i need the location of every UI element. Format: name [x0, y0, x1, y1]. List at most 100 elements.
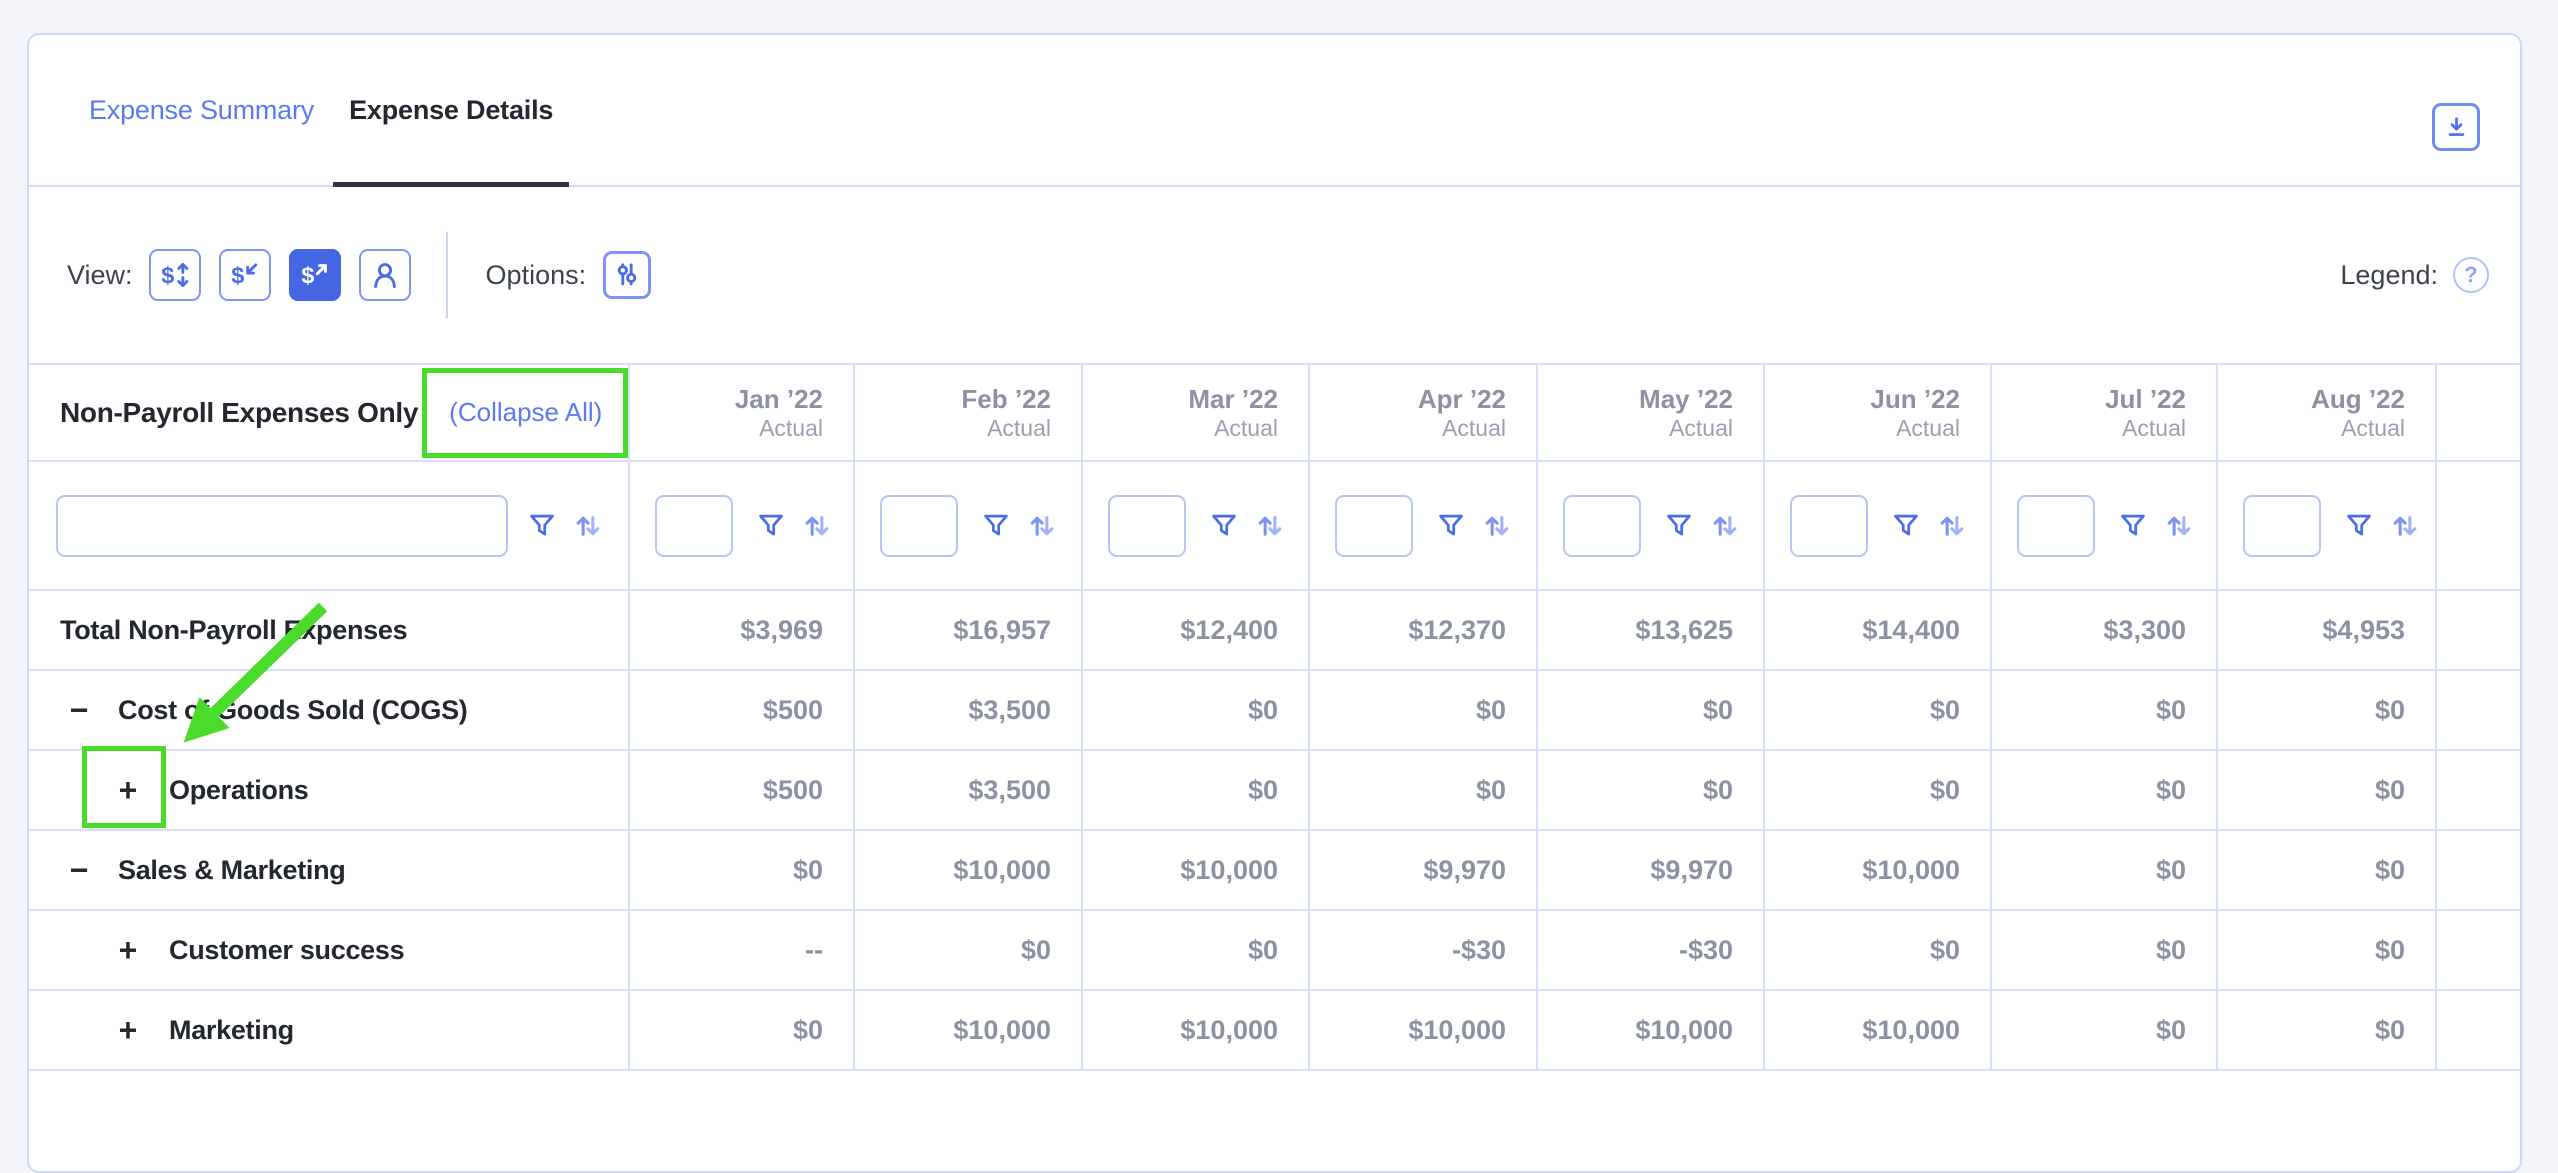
expand-toggle[interactable]: +: [114, 936, 142, 964]
row-label: Cost of Goods Sold (COGS): [118, 695, 467, 726]
value-cell: $0: [1765, 671, 1992, 749]
sort-icon[interactable]: [2387, 508, 2423, 544]
value-cell: $0: [2218, 991, 2437, 1069]
view-outflow-button[interactable]: $: [289, 249, 341, 301]
column-filter-input[interactable]: [880, 495, 958, 557]
row-spacer-cell: [2437, 751, 2520, 829]
value-cell: $10,000: [1083, 831, 1310, 909]
filter-spacer-cell: [2437, 462, 2520, 589]
download-icon: [2443, 114, 2470, 141]
row-spacer-cell: [2437, 991, 2520, 1069]
row-label: Operations: [169, 775, 309, 806]
view-person-button[interactable]: [359, 249, 411, 301]
column-filter-input[interactable]: [2017, 495, 2095, 557]
sort-icon[interactable]: [1707, 508, 1743, 544]
filter-icon[interactable]: [755, 510, 787, 542]
collapse-toggle[interactable]: −: [65, 696, 93, 724]
value-cell: $10,000: [855, 991, 1083, 1069]
column-filter-input[interactable]: [1335, 495, 1413, 557]
value-cell: $0: [1538, 671, 1765, 749]
value-cell: $10,000: [1765, 991, 1992, 1069]
value-cell: $0: [855, 911, 1083, 989]
sort-icon[interactable]: [1252, 508, 1288, 544]
options-button[interactable]: [603, 251, 651, 299]
month-label: Aug ’22: [2311, 384, 2405, 415]
filter-icon[interactable]: [2117, 510, 2149, 542]
download-button[interactable]: [2432, 103, 2480, 151]
collapse-toggle[interactable]: −: [65, 856, 93, 884]
month-label: Feb ’22: [961, 384, 1051, 415]
value-cell: $0: [1083, 751, 1310, 829]
row-name-cell: Total Non-Payroll Expenses: [29, 591, 630, 669]
filter-icon[interactable]: [1208, 510, 1240, 542]
scenario-label: Actual: [1442, 415, 1506, 442]
value-cell: $0: [630, 831, 855, 909]
value-cell: $500: [630, 671, 855, 749]
group-title: Non-Payroll Expenses Only: [60, 397, 418, 429]
value-cell: $3,500: [855, 751, 1083, 829]
toolbar: View: $ $ $: [29, 187, 2520, 363]
value-cell: $10,000: [1310, 991, 1538, 1069]
row-name-cell: + Operations: [29, 751, 630, 829]
person-icon: [368, 258, 402, 292]
table-row: +Customer success--$0$0-$30-$30$0$0$0: [29, 911, 2520, 991]
filter-row: [29, 462, 2520, 591]
filter-icon[interactable]: [526, 510, 558, 542]
column-header: Aug ’22Actual: [2218, 365, 2437, 460]
column-filter-cell: [630, 462, 855, 589]
view-cashflow-button[interactable]: $: [149, 249, 201, 301]
column-filter-input[interactable]: [1108, 495, 1186, 557]
tab-expense-summary[interactable]: Expense Summary: [73, 35, 330, 185]
value-cell: $16,957: [855, 591, 1083, 669]
dollar-updown-icon: $: [158, 258, 192, 292]
value-cell: $0: [2218, 751, 2437, 829]
expense-panel: Expense Summary Expense Details View: $: [27, 33, 2522, 1173]
expand-toggle[interactable]: +: [114, 776, 142, 804]
svg-text:$: $: [231, 263, 244, 289]
month-label: May ’22: [1639, 384, 1733, 415]
filter-icon[interactable]: [2343, 510, 2375, 542]
name-filter-input[interactable]: [56, 495, 508, 557]
scenario-label: Actual: [1896, 415, 1960, 442]
column-filter-input[interactable]: [1790, 495, 1868, 557]
tab-expense-details[interactable]: Expense Details: [333, 35, 569, 185]
column-filter-input[interactable]: [655, 495, 733, 557]
table-row: +Marketing$0$10,000$10,000$10,000$10,000…: [29, 991, 2520, 1071]
filter-icon[interactable]: [1890, 510, 1922, 542]
value-cell: $0: [2218, 671, 2437, 749]
filter-icon[interactable]: [1435, 510, 1467, 542]
column-filter-input[interactable]: [2243, 495, 2321, 557]
column-header: May ’22Actual: [1538, 365, 1765, 460]
scenario-label: Actual: [987, 415, 1051, 442]
value-cell: $0: [1992, 671, 2218, 749]
column-filter-cell: [1538, 462, 1765, 589]
filter-icon[interactable]: [980, 510, 1012, 542]
svg-text:$: $: [161, 263, 174, 289]
month-label: Mar ’22: [1188, 384, 1278, 415]
legend-help-icon[interactable]: ?: [2453, 257, 2489, 293]
row-name-cell: +Marketing: [29, 991, 630, 1069]
table-row: −Sales & Marketing$0$10,000$10,000$9,970…: [29, 831, 2520, 911]
column-filter-input[interactable]: [1563, 495, 1641, 557]
column-header: Apr ’22Actual: [1310, 365, 1538, 460]
month-label: Jun ’22: [1870, 384, 1960, 415]
sort-icon[interactable]: [570, 508, 606, 544]
sort-icon[interactable]: [2161, 508, 2197, 544]
filter-icon[interactable]: [1663, 510, 1695, 542]
month-label: Jul ’22: [2105, 384, 2186, 415]
expand-toggle[interactable]: +: [114, 1016, 142, 1044]
row-label: Sales & Marketing: [118, 855, 346, 886]
group-header-cell: Non-Payroll Expenses Only (Collapse All): [29, 365, 630, 460]
sort-icon[interactable]: [799, 508, 835, 544]
legend-label: Legend:: [2340, 260, 2438, 291]
sort-icon[interactable]: [1024, 508, 1060, 544]
scenario-label: Actual: [759, 415, 823, 442]
view-inflow-button[interactable]: $: [219, 249, 271, 301]
column-header: Jul ’22Actual: [1992, 365, 2218, 460]
value-cell: $0: [1765, 751, 1992, 829]
sort-icon[interactable]: [1934, 508, 1970, 544]
tab-bar: Expense Summary Expense Details: [29, 35, 2520, 187]
sort-icon[interactable]: [1479, 508, 1515, 544]
collapse-all-link[interactable]: (Collapse All): [449, 397, 602, 428]
row-spacer-cell: [2437, 831, 2520, 909]
